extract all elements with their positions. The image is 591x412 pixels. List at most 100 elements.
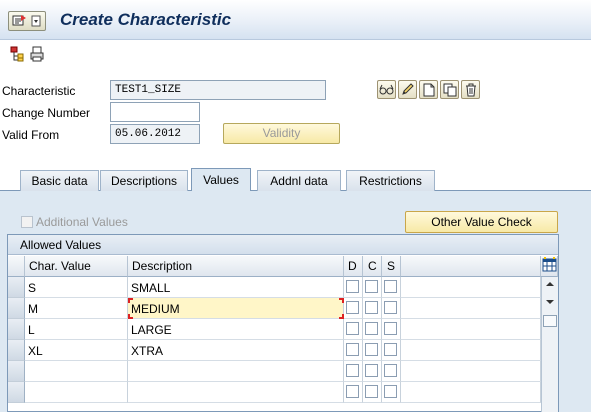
d-checkbox[interactable] [346, 322, 359, 335]
c-cell [363, 277, 382, 298]
glasses-icon [379, 84, 394, 94]
delete-icon [465, 83, 476, 96]
s-checkbox[interactable] [384, 280, 397, 293]
characteristic-field[interactable]: TEST1_SIZE [110, 80, 326, 100]
row-selector[interactable] [8, 382, 25, 403]
change-button[interactable] [398, 80, 417, 99]
s-cell [382, 277, 401, 298]
d-checkbox[interactable] [346, 301, 359, 314]
column-header-filler [401, 256, 541, 277]
c-cell [363, 298, 382, 319]
d-cell [344, 382, 363, 403]
table-settings-icon [542, 257, 557, 272]
c-checkbox[interactable] [365, 343, 378, 356]
s-cell [382, 340, 401, 361]
column-header-s[interactable]: S [382, 256, 401, 277]
d-checkbox[interactable] [346, 280, 359, 293]
hierarchy-icon[interactable] [9, 46, 25, 62]
char-value-cell[interactable]: S [25, 277, 128, 298]
tab-descriptions[interactable]: Descriptions [100, 170, 188, 191]
description-cell[interactable] [128, 382, 344, 403]
s-cell [382, 298, 401, 319]
char-value-cell[interactable] [25, 382, 128, 403]
column-header-description[interactable]: Description [128, 256, 344, 277]
column-header-char-value[interactable]: Char. Value [25, 256, 128, 277]
d-checkbox[interactable] [346, 364, 359, 377]
s-cell [382, 361, 401, 382]
c-checkbox[interactable] [365, 322, 378, 335]
print-icon[interactable] [29, 46, 45, 62]
allowed-values-title: Allowed Values [8, 235, 558, 255]
c-cell [363, 319, 382, 340]
description-cell[interactable]: SMALL [128, 277, 344, 298]
scroll-down-icon[interactable] [545, 299, 555, 305]
char-value-cell[interactable]: M [25, 298, 128, 319]
chevron-down-icon [31, 15, 41, 27]
copy-icon [443, 83, 456, 96]
new-document-icon [423, 83, 434, 96]
system-menu-button[interactable] [8, 11, 46, 31]
pencil-icon [402, 83, 414, 95]
row-selector[interactable] [8, 319, 25, 340]
scroll-thumb[interactable] [543, 315, 557, 327]
s-checkbox[interactable] [384, 301, 397, 314]
filler-cell [401, 382, 541, 403]
display-button[interactable] [377, 80, 396, 99]
tab-restrictions[interactable]: Restrictions [346, 170, 435, 191]
validity-button[interactable]: Validity [223, 123, 340, 144]
scroll-up-icon[interactable] [545, 281, 555, 287]
row-selector[interactable] [8, 361, 25, 382]
row-selector[interactable] [8, 298, 25, 319]
c-checkbox[interactable] [365, 385, 378, 398]
s-cell [382, 382, 401, 403]
filler-cell [401, 277, 541, 298]
d-checkbox[interactable] [346, 385, 359, 398]
other-value-check-button[interactable]: Other Value Check [405, 211, 558, 233]
row-selector[interactable] [8, 340, 25, 361]
create-button[interactable] [419, 80, 438, 99]
c-checkbox[interactable] [365, 364, 378, 377]
c-cell [363, 361, 382, 382]
row-selector[interactable] [8, 277, 25, 298]
s-checkbox[interactable] [384, 343, 397, 356]
vertical-scrollbar[interactable] [541, 277, 558, 412]
tab-basic-data[interactable]: Basic data [20, 170, 99, 191]
description-cell[interactable]: XTRA [128, 340, 344, 361]
column-header-c[interactable]: C [363, 256, 382, 277]
d-cell [344, 319, 363, 340]
c-cell [363, 340, 382, 361]
char-value-cell[interactable] [25, 361, 128, 382]
tab-addnl-data[interactable]: Addnl data [257, 170, 341, 191]
change-number-field[interactable] [110, 102, 200, 122]
focus-marker [339, 314, 344, 319]
c-checkbox[interactable] [365, 280, 378, 293]
valid-from-label: Valid From [2, 128, 60, 142]
additional-values-checkbox[interactable] [21, 216, 33, 228]
filler-cell [401, 361, 541, 382]
s-checkbox[interactable] [384, 322, 397, 335]
tab-values[interactable]: Values [191, 168, 251, 191]
c-checkbox[interactable] [365, 301, 378, 314]
description-cell[interactable] [128, 361, 344, 382]
s-checkbox[interactable] [384, 385, 397, 398]
select-all-cell[interactable] [8, 256, 25, 277]
d-checkbox[interactable] [346, 343, 359, 356]
focus-marker [339, 298, 344, 303]
d-cell [344, 277, 363, 298]
d-cell [344, 340, 363, 361]
description-cell[interactable]: MEDIUM [128, 298, 344, 319]
copy-button[interactable] [440, 80, 459, 99]
table-settings-button[interactable] [541, 256, 558, 277]
char-value-cell[interactable]: XL [25, 340, 128, 361]
menu-icon [12, 15, 26, 26]
c-cell [363, 382, 382, 403]
description-cell[interactable]: LARGE [128, 319, 344, 340]
char-value-cell[interactable]: L [25, 319, 128, 340]
change-number-label: Change Number [2, 106, 91, 120]
valid-from-field[interactable]: 05.06.2012 [110, 124, 200, 144]
s-checkbox[interactable] [384, 364, 397, 377]
focus-marker [128, 314, 133, 319]
focus-marker [128, 298, 133, 303]
delete-button[interactable] [461, 80, 480, 99]
column-header-d[interactable]: D [344, 256, 363, 277]
